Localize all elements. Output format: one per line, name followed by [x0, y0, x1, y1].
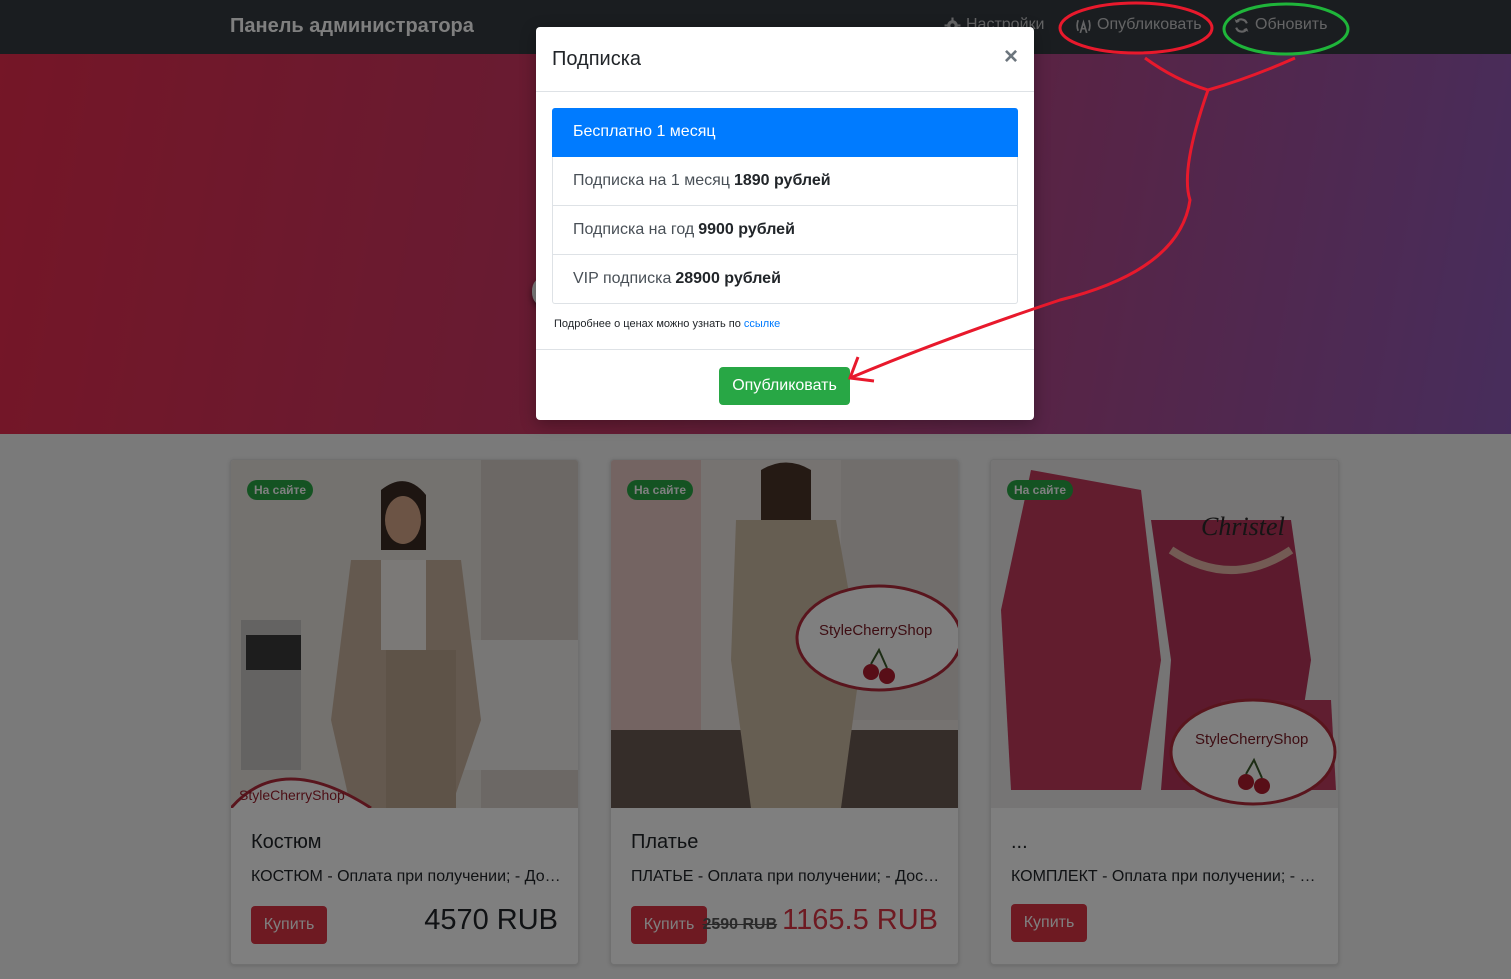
- subscription-option-free[interactable]: Бесплатно 1 месяц: [552, 108, 1018, 157]
- subscription-option-month[interactable]: Подписка на 1 месяц 1890 рублей: [552, 157, 1018, 206]
- pricing-link[interactable]: ссылке: [744, 318, 780, 330]
- modal-header: Подписка ×: [536, 27, 1034, 92]
- subscription-option-year[interactable]: Подписка на год 9900 рублей: [552, 206, 1018, 255]
- option-label: Подписка на год: [573, 221, 695, 238]
- modal-title: Подписка: [552, 48, 642, 70]
- close-icon[interactable]: ×: [1004, 43, 1018, 71]
- publish-button[interactable]: Опубликовать: [719, 367, 850, 405]
- option-label: VIP подписка: [573, 270, 672, 287]
- subscription-options: Бесплатно 1 месяц Подписка на 1 месяц 18…: [552, 108, 1018, 304]
- subscription-option-vip[interactable]: VIP подписка 28900 рублей: [552, 255, 1018, 304]
- option-price: 28900 рублей: [675, 270, 781, 287]
- option-label: Подписка на 1 месяц: [573, 172, 730, 189]
- subscription-modal: Подписка × Бесплатно 1 месяц Подписка на…: [536, 27, 1034, 420]
- pricing-note-text: Подробнее о ценах можно узнать по: [554, 318, 741, 330]
- option-label: Бесплатно 1 месяц: [573, 123, 716, 140]
- pricing-note: Подробнее о ценах можно узнать по ссылке: [554, 318, 780, 330]
- option-price: 9900 рублей: [698, 221, 795, 238]
- option-price: 1890 рублей: [733, 172, 831, 189]
- modal-footer: Опубликовать: [536, 349, 1034, 420]
